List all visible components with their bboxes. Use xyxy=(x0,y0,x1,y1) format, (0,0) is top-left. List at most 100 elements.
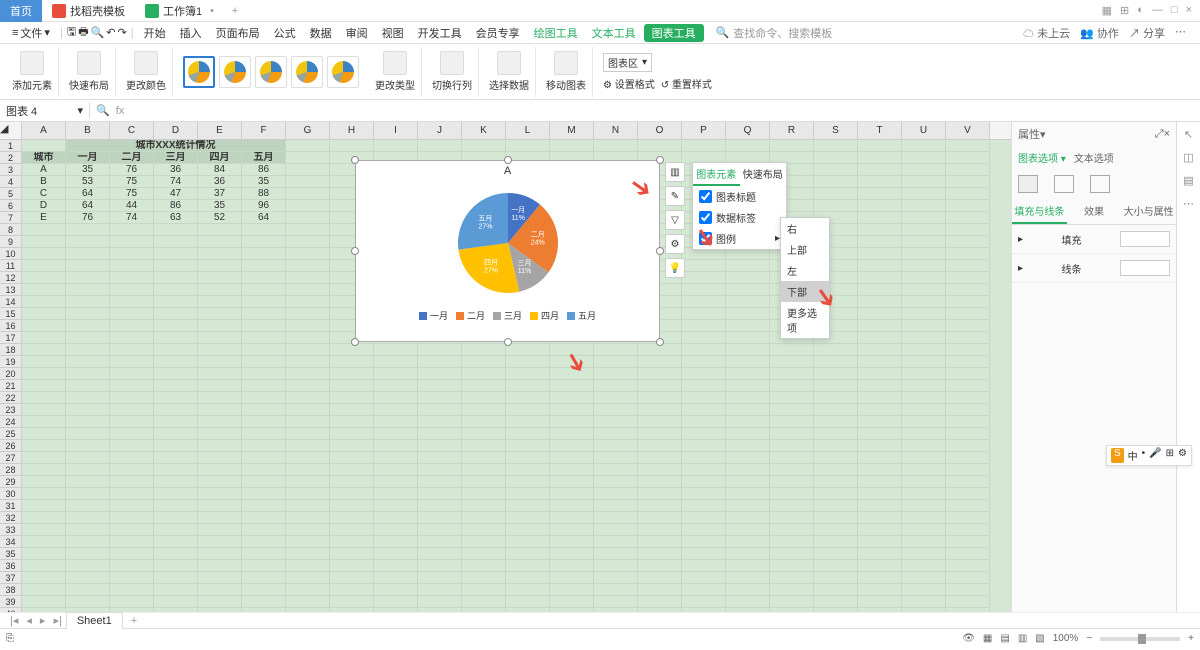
cell[interactable] xyxy=(66,284,110,296)
cell[interactable] xyxy=(506,536,550,548)
tab-templates[interactable]: 找稻壳模板 xyxy=(42,0,135,22)
cell[interactable] xyxy=(286,500,330,512)
row-header[interactable]: 15 xyxy=(0,308,22,320)
cell[interactable] xyxy=(66,392,110,404)
cell[interactable] xyxy=(594,476,638,488)
cell[interactable] xyxy=(638,584,682,596)
cell[interactable] xyxy=(110,248,154,260)
cell[interactable] xyxy=(242,248,286,260)
row-header[interactable]: 36 xyxy=(0,560,22,572)
cell[interactable] xyxy=(858,296,902,308)
cell[interactable] xyxy=(858,536,902,548)
cell[interactable] xyxy=(22,368,66,380)
cell[interactable] xyxy=(902,596,946,608)
cell[interactable] xyxy=(902,560,946,572)
cell[interactable] xyxy=(550,536,594,548)
name-box[interactable]: 图表 4▾ xyxy=(0,103,90,119)
cell[interactable] xyxy=(946,212,990,224)
cell[interactable] xyxy=(286,152,330,164)
cell[interactable] xyxy=(110,380,154,392)
col-header[interactable]: M xyxy=(550,122,594,139)
cell[interactable] xyxy=(22,464,66,476)
cell[interactable] xyxy=(22,488,66,500)
cell[interactable] xyxy=(330,560,374,572)
cell[interactable] xyxy=(22,272,66,284)
cell[interactable] xyxy=(418,140,462,152)
cell[interactable] xyxy=(682,416,726,428)
cell[interactable] xyxy=(550,404,594,416)
cell[interactable] xyxy=(242,380,286,392)
row-header[interactable]: 13 xyxy=(0,284,22,296)
cell[interactable] xyxy=(110,608,154,612)
legend-pos-right[interactable]: 右 xyxy=(781,218,829,239)
cell[interactable] xyxy=(374,356,418,368)
cell[interactable] xyxy=(22,284,66,296)
zoom-slider[interactable] xyxy=(1100,637,1180,641)
cell[interactable] xyxy=(242,332,286,344)
cell[interactable] xyxy=(198,536,242,548)
cell[interactable] xyxy=(22,572,66,584)
cell[interactable] xyxy=(814,392,858,404)
cell[interactable] xyxy=(946,404,990,416)
cell[interactable] xyxy=(154,332,198,344)
cell[interactable] xyxy=(902,488,946,500)
cell[interactable] xyxy=(418,524,462,536)
cell[interactable] xyxy=(110,224,154,236)
cell[interactable] xyxy=(198,560,242,572)
cell[interactable] xyxy=(418,584,462,596)
cell[interactable] xyxy=(242,548,286,560)
cell[interactable] xyxy=(858,284,902,296)
view-break-icon[interactable]: ▧ xyxy=(1035,633,1044,644)
cell[interactable] xyxy=(462,596,506,608)
sheet-nav-first[interactable]: |◂ xyxy=(6,614,22,627)
cell[interactable] xyxy=(242,512,286,524)
cell[interactable] xyxy=(330,476,374,488)
cell[interactable] xyxy=(418,500,462,512)
col-header[interactable]: T xyxy=(858,122,902,139)
cell[interactable] xyxy=(462,404,506,416)
cell[interactable] xyxy=(858,476,902,488)
status-mode-icon[interactable]: ⎘ xyxy=(6,633,14,644)
cell[interactable] xyxy=(418,464,462,476)
cell[interactable] xyxy=(66,476,110,488)
cell[interactable] xyxy=(770,440,814,452)
menu-more-icon[interactable]: ⋯ xyxy=(1175,25,1186,41)
cell[interactable] xyxy=(110,404,154,416)
cell[interactable] xyxy=(946,344,990,356)
legend-item[interactable]: 三月 xyxy=(493,309,522,322)
cell[interactable] xyxy=(198,308,242,320)
cell[interactable] xyxy=(726,416,770,428)
cell[interactable] xyxy=(462,488,506,500)
cell[interactable] xyxy=(682,440,726,452)
col-header[interactable]: P xyxy=(682,122,726,139)
cell[interactable] xyxy=(858,404,902,416)
cell[interactable] xyxy=(814,488,858,500)
cell[interactable] xyxy=(198,404,242,416)
cell[interactable] xyxy=(858,200,902,212)
sheet-nav-last[interactable]: ▸| xyxy=(49,614,65,627)
cell[interactable] xyxy=(682,368,726,380)
cell[interactable] xyxy=(330,356,374,368)
cell[interactable] xyxy=(286,512,330,524)
legend-item[interactable]: 一月 xyxy=(419,309,448,322)
cell[interactable]: 35 xyxy=(242,176,286,188)
cell[interactable] xyxy=(110,284,154,296)
chart-style-3[interactable] xyxy=(255,56,287,88)
cell[interactable] xyxy=(814,452,858,464)
panel-icon-size[interactable] xyxy=(1090,175,1110,193)
cell[interactable] xyxy=(286,548,330,560)
col-header[interactable]: U xyxy=(902,122,946,139)
cell[interactable] xyxy=(462,416,506,428)
chart-area-dropdown[interactable]: 图表区 ▾ xyxy=(603,53,652,72)
cell[interactable] xyxy=(330,368,374,380)
cell[interactable] xyxy=(682,572,726,584)
cell[interactable] xyxy=(726,368,770,380)
col-header[interactable]: D xyxy=(154,122,198,139)
cell[interactable] xyxy=(66,560,110,572)
cell[interactable] xyxy=(814,608,858,612)
cell[interactable] xyxy=(22,560,66,572)
cell[interactable] xyxy=(814,548,858,560)
legend-item[interactable]: 四月 xyxy=(530,309,559,322)
zoom-value[interactable]: 100% xyxy=(1053,633,1079,644)
legend-item[interactable]: 五月 xyxy=(567,309,596,322)
